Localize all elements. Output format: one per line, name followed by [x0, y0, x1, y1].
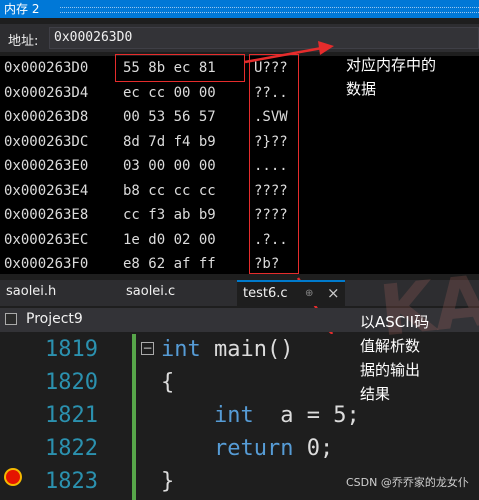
code-line[interactable]: return 0; — [161, 433, 333, 465]
line-number: 1820 — [45, 370, 98, 395]
code-token: a = 5; — [253, 403, 360, 428]
code-line[interactable]: int a = 5; — [161, 400, 360, 432]
keyword-token: int — [161, 337, 201, 362]
code-token: } — [161, 469, 175, 494]
code-token: main() — [200, 337, 294, 362]
memory-data-annotation: 对应内存中的 数据 — [346, 56, 437, 98]
code-line[interactable]: } — [161, 466, 174, 498]
breakpoint-icon[interactable] — [6, 470, 20, 484]
line-number: 1822 — [45, 436, 98, 461]
credit-watermark: CSDN @乔乔家的龙女仆 — [346, 474, 469, 490]
tab-label: saolei.h — [6, 284, 57, 299]
code-token: { — [161, 370, 175, 395]
collapse-icon[interactable]: − — [141, 342, 154, 355]
project-label[interactable]: Project9 — [26, 311, 83, 327]
line-number: 1821 — [45, 403, 98, 428]
line-number: 1823 — [45, 469, 98, 494]
code-token: 0; — [293, 436, 334, 461]
tab-label: test6.c — [243, 286, 288, 301]
keyword-token: int — [213, 403, 254, 428]
project-icon — [5, 313, 17, 325]
close-icon[interactable]: × — [327, 281, 340, 305]
ascii-output-annotation: 以ASCII码 值解析数 据的输出 结果 — [360, 313, 430, 403]
tab-saolei-h[interactable]: saolei.h — [0, 280, 110, 306]
change-indicator-bar — [132, 334, 136, 500]
tab-test6-c[interactable]: test6.c ⊕ × — [237, 280, 345, 306]
keyword-token: return — [213, 436, 294, 461]
tab-label: saolei.c — [126, 284, 176, 299]
code-line[interactable]: { — [161, 367, 174, 399]
line-number: 1819 — [45, 337, 98, 362]
tab-saolei-c[interactable]: saolei.c — [120, 280, 230, 306]
pin-icon[interactable]: ⊕ — [305, 282, 313, 306]
code-line[interactable]: int main() — [161, 334, 293, 366]
